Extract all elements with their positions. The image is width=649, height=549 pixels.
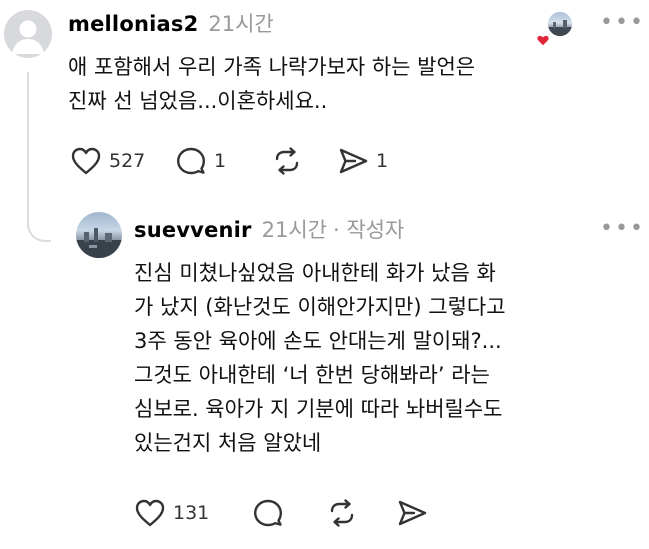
reply-like-count: 131 bbox=[173, 502, 210, 524]
reply-avatar[interactable] bbox=[76, 212, 122, 258]
reply-more-button[interactable]: ••• bbox=[600, 216, 645, 241]
reply-body: 진심 미쳤나싶었음 아내한테 화가 났음 화 가 났지 (화난것도 이해안가지만… bbox=[134, 256, 644, 460]
comment-reply-button[interactable]: 1 bbox=[175, 146, 271, 176]
heart-icon bbox=[135, 499, 165, 527]
comment-like-button[interactable]: 527 bbox=[70, 146, 175, 176]
comment-header: mellonias2 21시간 bbox=[68, 8, 274, 38]
reply-share-button[interactable] bbox=[396, 498, 436, 528]
reply-time: 21시간 bbox=[261, 218, 327, 242]
comment-text-line: 진짜 선 넘었음...이혼하세요.. bbox=[68, 89, 328, 113]
reply-text-line: 진심 미쳤나싶었음 아내한테 화가 났음 화 bbox=[134, 261, 496, 285]
reply-header: suevvenir 21시간 · 작성자 bbox=[134, 214, 404, 244]
heart-badge-icon bbox=[535, 32, 551, 48]
thread-connector-line bbox=[27, 72, 51, 242]
comment-username[interactable]: mellonias2 bbox=[68, 12, 198, 36]
reply-like-button[interactable]: 131 bbox=[134, 498, 252, 528]
avatar-default[interactable] bbox=[4, 10, 52, 58]
reply-text-line: 그것도 아내한테 ‘너 한번 당해봐라’ 라는 bbox=[134, 363, 490, 387]
send-icon bbox=[339, 148, 368, 174]
send-icon bbox=[398, 500, 427, 526]
share-count: 1 bbox=[376, 150, 389, 172]
comment-time: 21시간 bbox=[208, 12, 274, 36]
reply-text-line: 심보로. 육아가 지 기분에 따라 놔버릴수도 bbox=[134, 397, 503, 421]
comment-text-line: 애 포함해서 우리 가족 나락가보자 하는 발언은 bbox=[68, 55, 476, 79]
reply-count: 1 bbox=[214, 150, 227, 172]
comment-repost-button[interactable] bbox=[271, 146, 337, 176]
reply-repost-button[interactable] bbox=[326, 498, 396, 528]
reply-reply-button[interactable] bbox=[252, 498, 326, 528]
default-user-icon bbox=[12, 20, 44, 54]
reply-text-line: 가 났지 (화난것도 이해안가지만) 그렇다고 bbox=[134, 295, 506, 319]
reply-text-line: 있는건지 처음 알았네 bbox=[134, 431, 322, 455]
comment-more-button[interactable]: ••• bbox=[600, 10, 645, 35]
reply-actions: 131 bbox=[134, 498, 436, 528]
comment-body: 애 포함해서 우리 가족 나락가보자 하는 발언은 진짜 선 넘었음...이혼하… bbox=[68, 50, 638, 118]
author-tag: · 작성자 bbox=[333, 218, 405, 242]
comment-bubble-icon bbox=[177, 147, 205, 175]
comment-actions: 527 1 1 bbox=[70, 146, 407, 176]
repost-icon bbox=[330, 499, 354, 527]
reply-text-line: 3주 동안 육아에 손도 안대는게 말이돼?... bbox=[134, 329, 502, 353]
liked-by-author-avatar bbox=[548, 12, 572, 36]
comment-share-button[interactable]: 1 bbox=[337, 146, 407, 176]
repost-icon bbox=[275, 147, 299, 175]
heart-icon bbox=[71, 147, 101, 175]
comment-bubble-icon bbox=[254, 499, 282, 527]
reply-username[interactable]: suevvenir bbox=[134, 218, 252, 242]
like-count: 527 bbox=[109, 150, 146, 172]
